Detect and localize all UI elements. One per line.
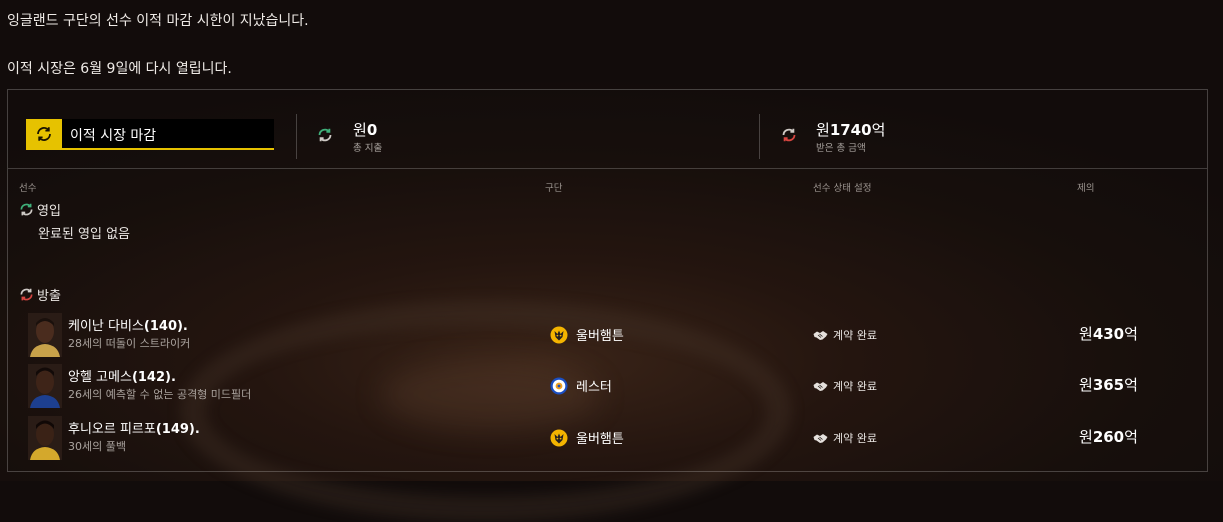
total-received-value: 원1740억 bbox=[816, 121, 886, 139]
club-name: 울버햄튼 bbox=[576, 329, 624, 344]
club-name: 레스터 bbox=[576, 380, 612, 395]
column-header-player: 선수 bbox=[19, 183, 37, 194]
status-cell: 계약 완료 bbox=[813, 378, 877, 394]
status-cell: 계약 완료 bbox=[813, 430, 877, 446]
status-label: 계약 완료 bbox=[833, 432, 877, 445]
player-avatar bbox=[28, 364, 62, 408]
transfer-window-label: 이적 시장 마감 bbox=[70, 128, 157, 144]
handshake-icon bbox=[813, 433, 828, 443]
club-cell[interactable]: 울버햄튼 bbox=[550, 428, 624, 447]
transfer-fee: 원260억 bbox=[1079, 428, 1138, 446]
incoming-section-title: 영입 bbox=[19, 200, 61, 219]
leicester-crest-icon bbox=[550, 377, 568, 394]
table-row[interactable]: 앙헬 고메스(142). 26세의 예측할 수 없는 공격형 미드필더 레스터 … bbox=[8, 364, 1207, 414]
wolves-crest-icon bbox=[550, 326, 568, 343]
status-label: 계약 완료 bbox=[833, 329, 877, 342]
column-header-offer: 제의 bbox=[1077, 183, 1095, 194]
player-name[interactable]: 케이난 다비스(140). bbox=[68, 315, 188, 334]
outgoing-transfer-icon bbox=[782, 128, 796, 142]
table-row[interactable]: 후니오르 피르포(149). 30세의 풀백 울버햄튼 계약 완료 원260억 bbox=[8, 416, 1207, 466]
transfer-panel: 이적 시장 마감 원0 총 지출 원1740억 받은 총 금액 선수 구단 선수… bbox=[7, 89, 1208, 472]
transfer-window-status: 이적 시장 마감 bbox=[26, 119, 274, 150]
incoming-empty-text: 완료된 영입 없음 bbox=[38, 227, 130, 242]
player-name[interactable]: 앙헬 고메스(142). bbox=[68, 366, 176, 385]
club-cell[interactable]: 울버햄튼 bbox=[550, 325, 624, 344]
player-avatar bbox=[28, 416, 62, 460]
total-spend-value: 원0 bbox=[353, 121, 378, 139]
club-name: 울버햄튼 bbox=[576, 432, 624, 447]
transfer-fee: 원365억 bbox=[1079, 376, 1138, 394]
summary-divider bbox=[296, 114, 297, 159]
handshake-icon bbox=[813, 330, 828, 340]
column-header-club: 구단 bbox=[545, 183, 563, 194]
total-received-label: 받은 총 금액 bbox=[816, 143, 866, 154]
outgoing-section-title: 방출 bbox=[19, 285, 61, 304]
player-name[interactable]: 후니오르 피르포(149). bbox=[68, 418, 200, 437]
deadline-message: 잉글랜드 구단의 선수 이적 마감 시한이 지났습니다. bbox=[7, 13, 309, 29]
status-label: 계약 완료 bbox=[833, 380, 877, 393]
status-cell: 계약 완료 bbox=[813, 327, 877, 343]
total-spend-label: 총 지출 bbox=[353, 143, 383, 154]
player-description: 26세의 예측할 수 없는 공격형 미드필더 bbox=[68, 388, 252, 401]
transfer-summary: 이적 시장 마감 원0 총 지출 원1740억 받은 총 금액 bbox=[8, 90, 1207, 169]
column-header-status: 선수 상태 설정 bbox=[813, 183, 872, 194]
summary-divider bbox=[759, 114, 760, 159]
reopen-message: 이적 시장은 6월 9일에 다시 열립니다. bbox=[7, 61, 232, 77]
handshake-icon bbox=[813, 381, 828, 391]
transfer-swap-icon bbox=[26, 119, 62, 148]
incoming-transfer-icon bbox=[20, 203, 33, 216]
player-avatar bbox=[28, 313, 62, 357]
table-row[interactable]: 케이난 다비스(140). 28세의 떠돌이 스트라이커 울버햄튼 계약 완료 … bbox=[8, 313, 1207, 363]
wolves-crest-icon bbox=[550, 429, 568, 446]
player-description: 30세의 풀백 bbox=[68, 440, 126, 453]
transfer-fee: 원430억 bbox=[1079, 325, 1138, 343]
club-cell[interactable]: 레스터 bbox=[550, 376, 612, 395]
outgoing-transfer-icon bbox=[20, 288, 33, 301]
player-description: 28세의 떠돌이 스트라이커 bbox=[68, 337, 191, 350]
incoming-transfer-icon bbox=[318, 128, 332, 142]
